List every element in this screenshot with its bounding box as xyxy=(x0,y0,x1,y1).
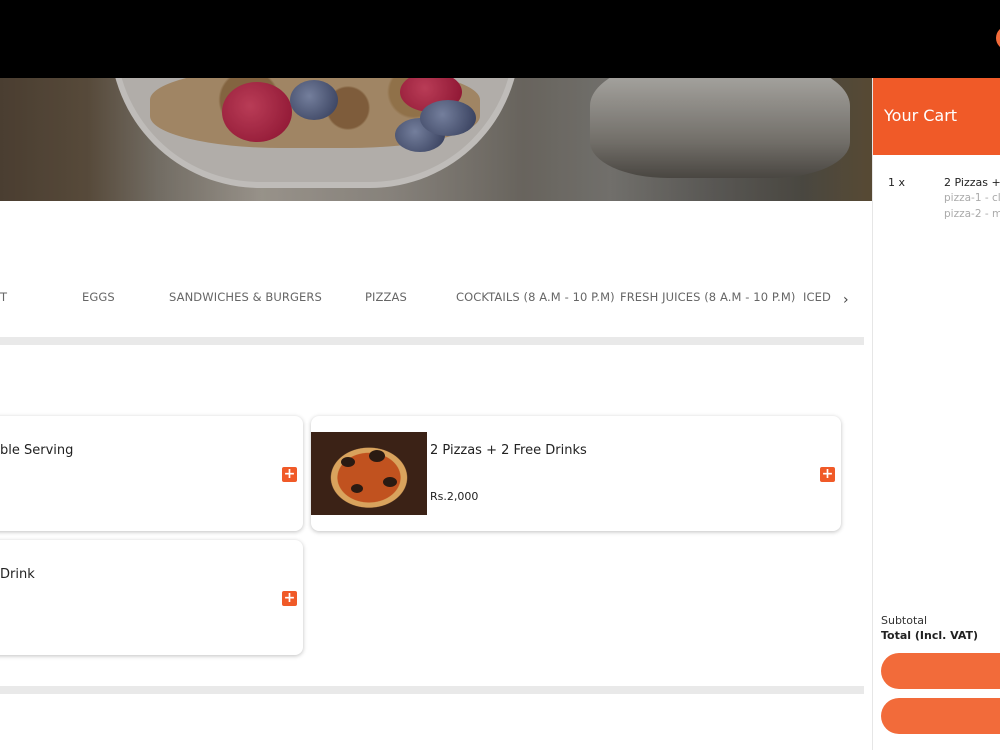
tab-fresh-juices[interactable]: FRESH JUICES (8 A.M - 10 P.M) xyxy=(620,290,795,304)
category-tabs: T EGGS SANDWICHES & BURGERS PIZZAS COCKT… xyxy=(0,290,864,316)
menu-item-title: Drink xyxy=(0,567,35,582)
tab-iced[interactable]: ICED xyxy=(803,290,831,304)
hero-banner-image xyxy=(0,78,872,201)
cart-item-quantity: 1 x xyxy=(888,176,906,189)
cart-item-name: 2 Pizzas + xyxy=(944,176,1000,189)
cart-title: Your Cart xyxy=(884,106,958,125)
secondary-cart-button[interactable] xyxy=(881,698,1000,734)
menu-item-card[interactable]: 2 Pizzas + 2 Free Drinks Rs.2,000 + xyxy=(311,416,841,531)
tab-pizzas[interactable]: PIZZAS xyxy=(365,290,407,304)
cart-item-option: pizza-2 - m xyxy=(944,208,1000,220)
menu-item-card[interactable]: Drink + xyxy=(0,540,303,655)
account-button[interactable] xyxy=(996,26,1000,50)
cart-panel: Your Cart 1 x 2 Pizzas + pizza-1 - cl pi… xyxy=(872,78,1000,750)
subtotal-label: Subtotal xyxy=(881,614,928,627)
cart-item-option: pizza-1 - cl xyxy=(944,192,1000,204)
section-divider xyxy=(0,686,864,694)
plus-icon[interactable]: + xyxy=(282,591,297,606)
tab-cocktails[interactable]: COCKTAILS (8 A.M - 10 P.M) xyxy=(456,290,615,304)
plus-icon[interactable]: + xyxy=(820,467,835,482)
menu-item-title: 2 Pizzas + 2 Free Drinks xyxy=(430,443,587,458)
tab-eggs[interactable]: EGGS xyxy=(82,290,115,304)
total-label: Total (Incl. VAT) xyxy=(881,629,979,642)
chevron-right-icon[interactable]: › xyxy=(843,292,849,308)
menu-item-card[interactable]: ble Serving + xyxy=(0,416,303,531)
checkout-button[interactable] xyxy=(881,653,1000,689)
menu-item-price: Rs.2,000 xyxy=(430,490,479,503)
section-divider xyxy=(0,337,864,345)
tab-category-partial[interactable]: T xyxy=(0,290,7,304)
cart-header: Your Cart xyxy=(873,78,1000,155)
plus-icon[interactable]: + xyxy=(282,467,297,482)
tab-sandwiches-burgers[interactable]: SANDWICHES & BURGERS xyxy=(169,290,322,304)
menu-item-title: ble Serving xyxy=(0,443,74,458)
pizza-image xyxy=(311,432,427,515)
top-bar xyxy=(0,0,1000,78)
